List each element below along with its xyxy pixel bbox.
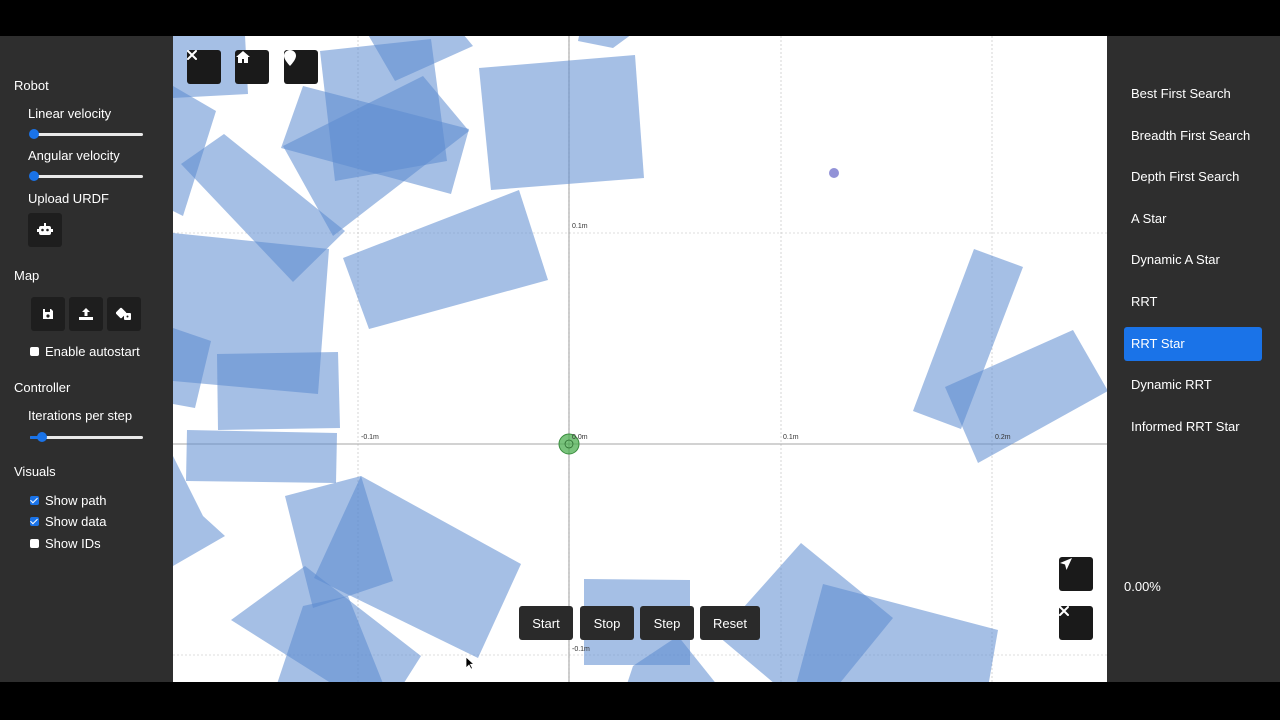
home-icon xyxy=(236,51,250,63)
upload-urdf-label: Upload URDF xyxy=(28,191,109,206)
show-data-label: Show data xyxy=(45,514,107,529)
map-view[interactable] xyxy=(173,36,1107,682)
robot-icon xyxy=(37,223,53,235)
obstacle xyxy=(217,352,340,430)
autostart-checkbox[interactable]: Enable autostart xyxy=(30,344,140,359)
axis-label-origin: 0.0m xyxy=(572,434,588,441)
reset-button[interactable]: Reset xyxy=(700,606,760,640)
robot-section-title: Robot xyxy=(14,78,49,93)
algo-depth-first-search[interactable]: Depth First Search xyxy=(1124,160,1262,194)
random-map-button[interactable] xyxy=(107,297,141,331)
stop-button[interactable]: Stop xyxy=(580,606,634,640)
axis-label-x-neg: -0.1m xyxy=(361,434,379,441)
mouse-cursor-icon xyxy=(465,656,475,670)
obstacle xyxy=(343,190,548,329)
map-section-title: Map xyxy=(14,268,40,283)
show-data-box[interactable] xyxy=(30,517,39,526)
navigate-button[interactable] xyxy=(1059,557,1093,591)
autostart-box[interactable] xyxy=(30,347,39,356)
controller-section-title: Controller xyxy=(14,380,71,395)
map-pin-icon xyxy=(284,50,296,66)
settings-panel: Robot Linear velocity Angular velocity U… xyxy=(0,36,173,682)
obstacle xyxy=(186,430,337,483)
iterations-slider[interactable] xyxy=(30,432,143,442)
algo-rrt[interactable]: RRT xyxy=(1124,285,1262,319)
show-path-checkbox[interactable]: Show path xyxy=(30,493,106,508)
step-button[interactable]: Step xyxy=(640,606,694,640)
algo-informed-rrt-star[interactable]: Informed RRT Star xyxy=(1124,410,1262,444)
close-map-button[interactable] xyxy=(187,50,221,84)
visuals-section-title: Visuals xyxy=(14,464,56,479)
show-path-box[interactable] xyxy=(30,496,39,505)
progress-text: 0.00% xyxy=(1124,579,1161,594)
axis-label-x-pos1: 0.1m xyxy=(783,434,799,441)
axis-label-x-pos2: 0.2m xyxy=(995,434,1011,441)
algo-dynamic-rrt[interactable]: Dynamic RRT xyxy=(1124,368,1262,402)
show-ids-checkbox[interactable]: Show IDs xyxy=(30,536,101,551)
angular-velocity-slider[interactable] xyxy=(29,171,143,181)
map-canvas[interactable]: -0.1m 0.0m 0.1m 0.2m 0.1m -0.1m Start St… xyxy=(173,36,1107,682)
linear-velocity-label: Linear velocity xyxy=(28,106,112,121)
autostart-label: Enable autostart xyxy=(45,344,140,359)
upload-icon xyxy=(79,308,93,320)
show-data-checkbox[interactable]: Show data xyxy=(30,514,106,529)
show-ids-label: Show IDs xyxy=(45,536,101,551)
axis-label-y-pos: 0.1m xyxy=(572,223,588,230)
clear-button[interactable] xyxy=(1059,606,1093,640)
upload-map-button[interactable] xyxy=(69,297,103,331)
save-icon xyxy=(43,309,53,319)
algo-breadth-first-search[interactable]: Breadth First Search xyxy=(1124,119,1262,153)
obstacles xyxy=(173,36,1107,682)
obstacle xyxy=(796,584,998,682)
set-goal-button[interactable] xyxy=(284,50,318,84)
navigation-icon xyxy=(1060,558,1072,570)
dice-icon xyxy=(116,307,131,320)
goal-marker xyxy=(829,168,839,178)
show-ids-box[interactable] xyxy=(30,539,39,548)
iterations-label: Iterations per step xyxy=(28,408,133,423)
show-path-label: Show path xyxy=(45,493,107,508)
algorithm-panel: Best First Search Breadth First Search D… xyxy=(1107,36,1280,682)
algo-dynamic-a-star[interactable]: Dynamic A Star xyxy=(1124,243,1262,277)
axis-label-y-neg: -0.1m xyxy=(572,646,590,653)
upload-urdf-button[interactable] xyxy=(28,213,62,247)
save-map-button[interactable] xyxy=(31,297,65,331)
angular-velocity-label: Angular velocity xyxy=(28,148,120,163)
close-icon xyxy=(1059,606,1069,616)
home-button[interactable] xyxy=(235,50,269,84)
linear-velocity-slider[interactable] xyxy=(29,129,143,139)
algo-a-star[interactable]: A Star xyxy=(1124,202,1262,236)
start-button[interactable]: Start xyxy=(519,606,573,640)
algo-rrt-star[interactable]: RRT Star xyxy=(1124,327,1262,361)
obstacle xyxy=(479,55,644,190)
close-icon xyxy=(187,50,197,60)
algo-best-first-search[interactable]: Best First Search xyxy=(1124,77,1262,111)
obstacle xyxy=(578,36,630,48)
